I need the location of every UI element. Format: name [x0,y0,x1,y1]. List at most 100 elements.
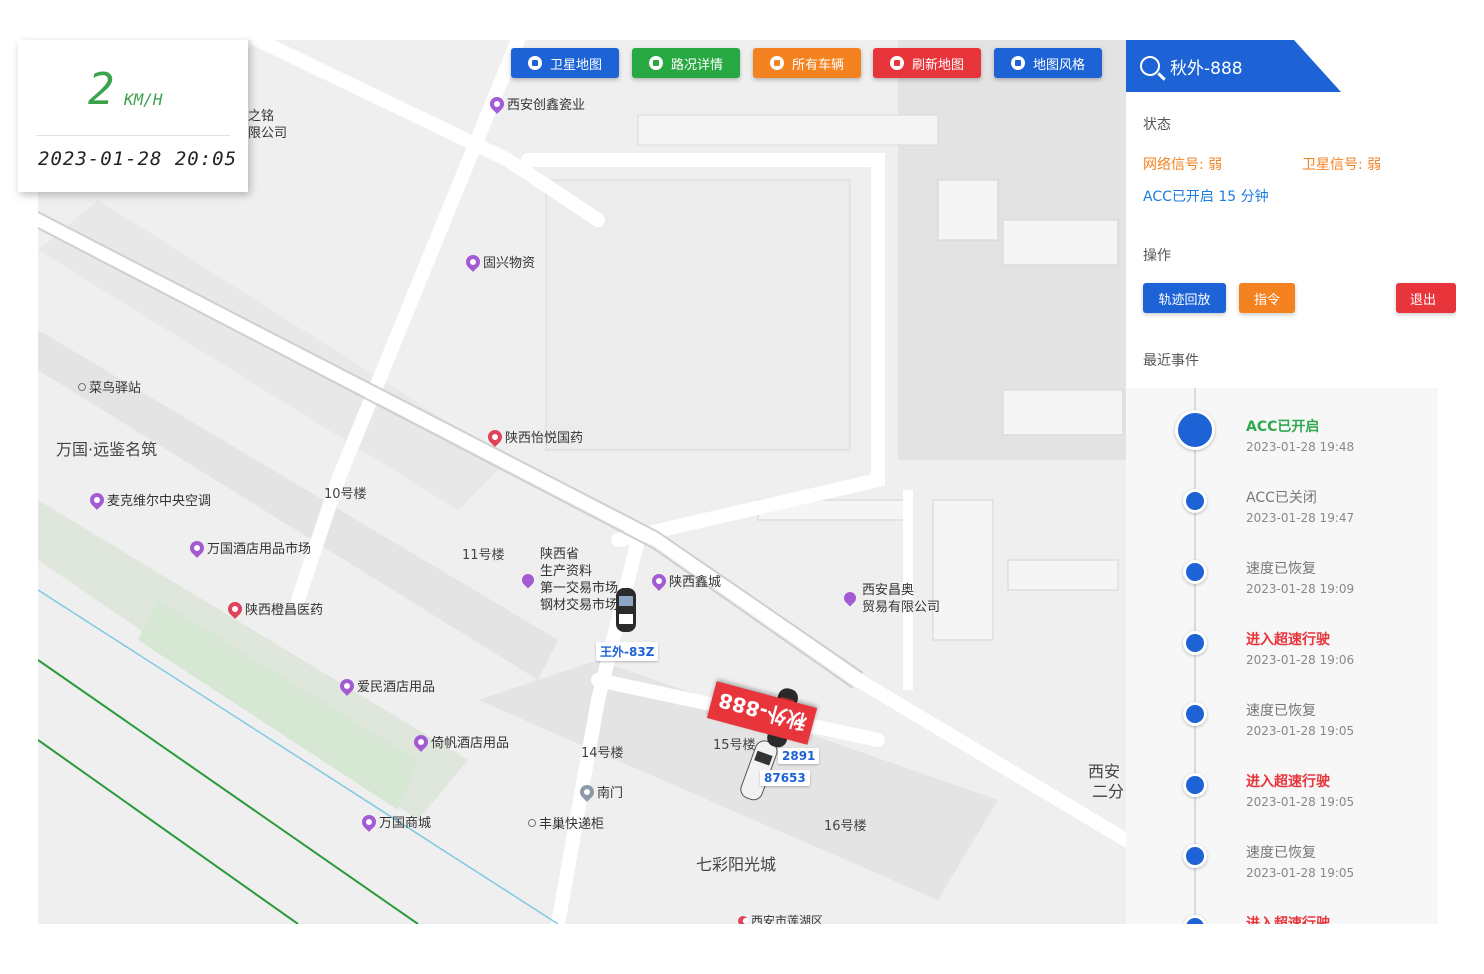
acc-status: ACC已开启 15 分钟 [1143,189,1269,205]
poi-pin-icon [735,913,751,924]
poi-pin-icon [487,93,507,114]
event-item[interactable]: ACC已开启 2023-01-28 19:48 [1126,410,1438,486]
events-title: 最近事件 [1143,353,1199,369]
poi-chengchang[interactable]: 陕西橙昌医药 [225,598,323,619]
event-item[interactable]: 速度已恢复 2023-01-28 19:09 [1126,558,1438,628]
speed-card: 2 KM/H 2023-01-28 20:05 [18,40,248,192]
building-16: 16号楼 [824,819,867,834]
vehicle-car-1 [616,588,636,632]
poi-wanguo-hotel[interactable]: 万国酒店用品市场 [187,537,311,558]
poi-pin-icon [359,811,379,832]
events-timeline: ACC已开启 2023-01-28 19:48 ACC已关闭 2023-01-28 1… [1126,388,1438,924]
event-title: ACC已关闭 [1246,490,1317,506]
poi-pin-icon [225,598,245,619]
poi-wanguo-mall[interactable]: 万国商城 [359,811,431,832]
poi-yifan[interactable]: 倚帆酒店用品 [411,731,509,752]
event-title: 速度已恢复 [1246,561,1316,577]
event-item[interactable]: 进入超速行驶 2023-01-28 19:06 [1126,629,1438,699]
poi-fengchao[interactable]: 丰巢快递柜 [528,813,604,832]
refresh-icon [889,56,904,70]
poi-xian-chuangxin[interactable]: 西安创鑫瓷业 [487,93,585,114]
poi-dot-icon [528,818,536,827]
poi-pin-icon [649,570,669,591]
event-title: 速度已恢复 [1246,845,1316,861]
satellite-signal: 卫星信号: 弱 [1302,157,1382,173]
vehicle-plate-2[interactable]: 2891 [778,748,820,764]
poi-xinxincheng[interactable]: 陕西鑫城 [649,570,721,591]
speed-value: 2 [88,64,115,115]
poi-changao[interactable]: 西安昌奥 贸易有限公司 [841,582,940,616]
event-time: 2023-01-28 19:05 [1246,795,1355,809]
timeline-dot [1183,773,1207,797]
status-title: 状态 [1143,117,1171,133]
poi-pin-icon [187,537,207,558]
poi-pin-icon [411,731,431,752]
search-query[interactable]: 秋外-888 [1170,54,1243,79]
timeline-dot [1183,702,1207,726]
contrast-icon [1010,56,1025,70]
poi-nanmen[interactable]: 南门 [577,781,623,802]
event-item[interactable]: 速度已恢复 2023-01-28 19:05 [1126,842,1438,912]
playback-button[interactable]: 轨迹回放 [1143,283,1226,313]
traffic-icon [648,56,663,70]
poi-pin-icon [841,589,859,607]
poi-maikewei[interactable]: 麦克维尔中央空调 [87,489,211,510]
building-11: 11号楼 [462,548,505,563]
network-signal: 网络信号: 弱 [1143,157,1223,173]
poi-zhiming[interactable]: 之铭 限公司 [248,108,287,142]
poi-pin-icon [577,781,597,802]
speed-datetime: 2023-01-28 20:05 [38,148,238,170]
timeline-dot [1183,915,1207,924]
event-time: 2023-01-28 19:47 [1246,511,1355,525]
event-time: 2023-01-28 19:06 [1246,653,1355,667]
area-qicai: 七彩阳光城 [696,855,777,874]
poi-cainiao[interactable]: 菜鸟驿站 [78,377,141,396]
satellite-map-button[interactable]: 卫星地图 [511,48,619,78]
event-title: 进入超速行驶 [1246,632,1330,648]
timeline-dot [1183,489,1207,513]
event-item[interactable]: 速度已恢复 2023-01-28 19:05 [1126,700,1438,770]
poi-lianhu[interactable]: 西安市莲湖区 [735,912,823,924]
poi-pin-icon [519,571,537,589]
event-item[interactable]: 进入超速行驶 2023-01-28 19:05 [1126,771,1438,841]
event-time: 2023-01-28 19:09 [1246,582,1355,596]
event-title: 进入超速行驶 [1246,774,1330,790]
timeline-dot [1175,410,1215,450]
poi-pin-icon [87,489,107,510]
building-15: 15号楼 [713,738,756,753]
search-icon[interactable] [1140,56,1160,76]
event-time: 2023-01-28 19:05 [1246,724,1355,738]
refresh-map-button[interactable]: 刷新地图 [873,48,981,78]
all-vehicles-button[interactable]: 所有车辆 [753,48,861,78]
poi-aimin[interactable]: 爱民酒店用品 [337,675,435,696]
poi-pin-icon [463,251,483,272]
event-time: 2023-01-28 19:05 [1246,866,1355,880]
area-wanguo-yuanjian: 万国·远鉴名筑 [56,440,158,459]
event-title: 速度已恢复 [1246,703,1316,719]
building-10: 10号楼 [324,487,367,502]
timeline-dot [1183,560,1207,584]
timeline-dot [1183,631,1207,655]
poi-pin-icon [485,426,505,447]
vehicle-plate-1[interactable]: 王外-83Z [596,642,659,661]
vehicle-plate-3[interactable]: 87653 [760,770,810,786]
event-item[interactable]: 进入超速行驶 [1126,913,1438,924]
poi-market[interactable]: 陕西省 生产资料 第一交易市场 钢材交易市场 [519,546,618,614]
area-xian-partial-2: 二分 [1092,782,1125,801]
building-14: 14号楼 [581,746,624,761]
command-button[interactable]: 指令 [1239,283,1295,313]
satellite-icon [527,56,542,70]
logout-button[interactable]: 退出 [1396,283,1456,313]
timeline-dot [1183,844,1207,868]
event-time: 2023-01-28 19:48 [1246,440,1355,454]
poi-yiyue[interactable]: 陕西怡悦国药 [485,426,583,447]
poi-pin-icon [337,675,357,696]
map-style-button[interactable]: 地图风格 [994,48,1102,78]
vehicle-detail-panel: 状态 网络信号: 弱 卫星信号: 弱 ACC已开启 15 分钟 操作 轨迹回放 … [1126,92,1456,924]
speed-unit: KM/H [124,90,163,109]
event-item[interactable]: ACC已关闭 2023-01-28 19:47 [1126,487,1438,557]
poi-dot-icon [78,382,86,391]
traffic-detail-button[interactable]: 路况详情 [632,48,740,78]
ops-title: 操作 [1143,248,1171,264]
poi-guxing[interactable]: 固兴物资 [463,251,535,272]
